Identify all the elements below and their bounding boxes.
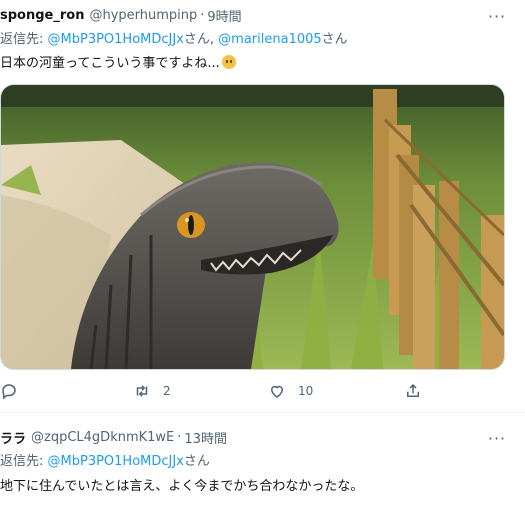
more-options-icon[interactable]: ··· <box>487 428 507 448</box>
tweet-text: 地下に住んでいたとは言え、よく今までかち合わなかったな。 <box>0 475 363 497</box>
retweet-button[interactable]: 2 <box>133 380 171 402</box>
tweet-2-header: ララ @zqpCL4gDknmK1wE · 13時間 <box>0 426 525 448</box>
reply-context: 返信先: @MbP3PO1HoMDcJJxさん, @marilena1005さん <box>0 28 348 48</box>
separator-dot: · <box>177 429 182 445</box>
like-count: 10 <box>298 384 314 398</box>
display-name[interactable]: sponge_ron <box>0 8 84 23</box>
mention-link-1[interactable]: @MbP3PO1HoMDcJJx <box>48 32 184 47</box>
share-icon <box>407 383 419 397</box>
tweet-photo[interactable] <box>0 84 505 370</box>
like-button[interactable]: 10 <box>268 380 313 402</box>
reply-suffix: さん <box>183 454 210 469</box>
mention-link-1[interactable]: @MbP3PO1HoMDcJJx <box>48 454 184 469</box>
reply-prefix: 返信先: <box>0 32 48 47</box>
tweet-1[interactable]: sponge_ron @hyperhumpinp · 9時間 ··· 返信先: … <box>0 0 525 413</box>
separator-dot: · <box>200 7 205 23</box>
kappa-statue-photo <box>1 85 504 369</box>
tweet-1-header: sponge_ron @hyperhumpinp · 9時間 <box>0 4 525 26</box>
user-handle[interactable]: @hyperhumpinp <box>89 8 197 23</box>
tweet-text-content: 日本の河童ってこういう事ですよね... <box>0 56 220 71</box>
heart-icon <box>270 385 284 398</box>
timestamp[interactable]: 9時間 <box>207 6 241 25</box>
worried-face-icon <box>221 55 236 69</box>
reply-context: 返信先: @MbP3PO1HoMDcJJxさん <box>0 450 210 470</box>
reply-icon <box>2 384 16 400</box>
reply-mid: さん, <box>183 32 219 47</box>
reply-prefix: 返信先: <box>0 454 48 469</box>
retweet-count: 2 <box>163 384 171 398</box>
user-handle[interactable]: @zqpCL4gDknmK1wE <box>31 430 174 445</box>
display-name[interactable]: ララ <box>0 428 26 447</box>
reply-button[interactable] <box>0 380 30 402</box>
tweet-1-actions: 2 10 <box>0 380 525 402</box>
share-button[interactable] <box>404 380 434 402</box>
mention-link-2[interactable]: @marilena1005 <box>218 32 322 47</box>
tweet-text-content: 地下に住んでいたとは言え、よく今までかち合わなかったな。 <box>0 479 364 494</box>
timestamp[interactable]: 13時間 <box>184 428 227 447</box>
tweet-text: 日本の河童ってこういう事ですよね... <box>0 52 236 74</box>
retweet-icon <box>136 385 148 397</box>
reply-suffix: さん <box>321 32 348 47</box>
tweet-2[interactable]: ララ @zqpCL4gDknmK1wE · 13時間 ··· 返信先: @MbP… <box>0 413 525 508</box>
more-options-icon[interactable]: ··· <box>487 6 507 26</box>
